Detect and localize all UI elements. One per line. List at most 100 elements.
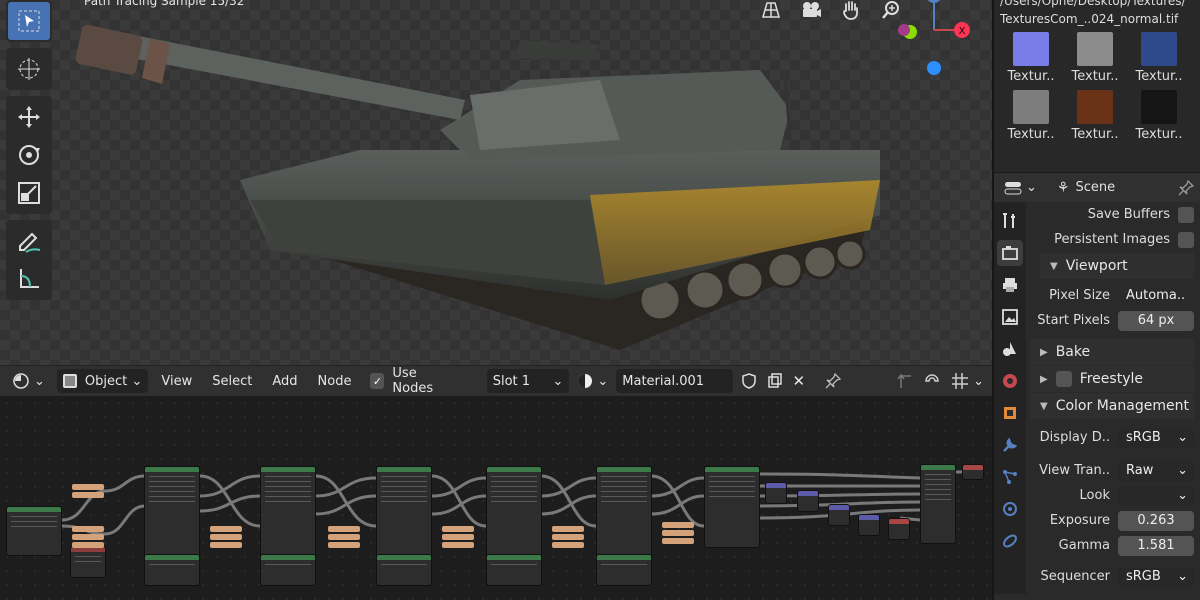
menu-select[interactable]: Select [205,369,259,393]
tab-world[interactable] [997,368,1023,394]
texture-item[interactable]: Textur.. [1000,90,1062,142]
freestyle-section-header[interactable]: ▶ Freestyle [1030,366,1194,392]
properties-editor-type-button[interactable]: ⌄ [1000,176,1041,200]
persistent-images-checkbox[interactable] [1178,231,1194,248]
start-pixels-field[interactable]: 64 px [1118,310,1194,331]
value-node[interactable] [442,542,474,548]
color-management-section-header[interactable]: ▼ Color Management [1030,393,1194,419]
editor-type-button[interactable]: ⌄ [6,369,51,393]
math-node-4[interactable] [858,514,880,536]
cursor-tool[interactable] [8,50,50,88]
tab-output[interactable] [997,272,1023,298]
tab-particles[interactable] [997,464,1023,490]
tab-render[interactable] [997,240,1023,266]
display-device-dropdown[interactable]: sRGB ⌄ [1118,427,1194,448]
value-node[interactable] [210,526,242,532]
texture-item[interactable]: Textur.. [1000,32,1062,84]
math-node-2[interactable] [797,490,819,512]
node-editor-canvas[interactable] [0,396,992,600]
value-node[interactable] [442,534,474,540]
value-node[interactable] [72,534,104,540]
exposure-field[interactable]: 0.263 [1118,510,1194,531]
value-node[interactable] [328,542,360,548]
tab-view-layer[interactable] [997,304,1023,330]
select-box-tool[interactable] [8,2,50,40]
gamma-field[interactable]: 1.581 [1118,535,1194,556]
use-nodes-toggle[interactable]: ✓ Use Nodes [364,366,458,396]
duplicate-material-button[interactable] [765,369,785,393]
texture-coordinate-node[interactable] [70,546,106,578]
sub-node-3[interactable] [376,554,432,586]
value-node[interactable] [72,526,104,532]
snap-element-dropdown[interactable]: ⌄ [949,369,986,393]
material-browse-button[interactable]: ⌄ [575,369,610,393]
scale-tool[interactable] [8,174,50,212]
math-node-1[interactable] [765,482,787,504]
sequencer-dropdown[interactable]: sRGB ⌄ [1118,566,1194,587]
tab-physics[interactable] [997,496,1023,522]
tab-modifiers[interactable] [997,432,1023,458]
math-node-5[interactable] [888,518,910,540]
material-name-field[interactable]: Material.001 [616,369,733,393]
texture-item[interactable]: Textur.. [1064,32,1126,84]
value-node[interactable] [210,542,242,548]
menu-view[interactable]: View [154,369,199,393]
pan-view-button[interactable] [836,0,866,24]
tab-object[interactable] [997,400,1023,426]
move-tool[interactable] [8,98,50,136]
value-node[interactable] [72,542,104,548]
value-node[interactable] [552,534,584,540]
principled-bsdf-node[interactable] [920,464,956,544]
bake-section-header[interactable]: ▶ Bake [1030,339,1194,365]
value-node[interactable] [328,534,360,540]
texture-item[interactable]: Textur.. [1128,32,1190,84]
camera-view-button[interactable] [796,0,826,24]
menu-add[interactable]: Add [265,369,304,393]
save-buffers-checkbox[interactable] [1178,206,1194,223]
value-node[interactable] [662,522,694,528]
sub-node-2[interactable] [260,554,316,586]
texture-item[interactable]: Textur.. [1064,90,1126,142]
snap-toggle[interactable] [921,369,943,393]
value-node[interactable] [662,530,694,536]
shader-mode-dropdown[interactable]: Object ⌄ [56,369,149,393]
navigation-gizmo[interactable]: Z X [890,0,980,90]
value-node[interactable] [552,542,584,548]
fake-user-button[interactable] [739,369,759,393]
viewport-section-header[interactable]: ▼ Viewport [1040,253,1194,279]
value-node[interactable] [552,526,584,532]
math-node-3[interactable] [828,504,850,526]
pixel-size-dropdown[interactable]: Automa.. [1118,286,1194,306]
shader-node-6[interactable] [704,466,760,548]
annotate-tool[interactable] [8,222,50,260]
pin-icon[interactable] [1178,179,1194,196]
value-node[interactable] [72,492,104,498]
value-node[interactable] [210,534,242,540]
freestyle-checkbox[interactable] [1055,371,1072,387]
unlink-material-button[interactable]: ✕ [791,369,808,393]
image-texture-node[interactable] [6,506,62,556]
parent-node-tree-button[interactable] [895,369,915,393]
sub-node-5[interactable] [596,554,652,586]
value-node[interactable] [72,484,104,490]
tab-scene[interactable] [997,336,1023,362]
sub-node-1[interactable] [144,554,200,586]
material-output-node[interactable] [962,464,984,480]
value-node[interactable] [328,526,360,532]
tab-constraints[interactable] [997,528,1023,554]
menu-node[interactable]: Node [311,369,359,393]
view-transform-dropdown[interactable]: Raw ⌄ [1118,460,1194,481]
3d-viewport[interactable]: Path Tracing Sample 15/32 X [0,0,992,365]
pin-button[interactable] [823,369,843,393]
value-node[interactable] [442,526,474,532]
texture-item[interactable]: Textur.. [1128,90,1190,142]
tab-tool[interactable] [997,208,1023,234]
measure-tool[interactable] [8,260,50,298]
sub-node-4[interactable] [486,554,542,586]
grid-view-button[interactable] [756,0,786,24]
slot-dropdown[interactable]: Slot 1 ⌄ [486,369,570,393]
look-dropdown[interactable]: ⌄ [1118,485,1194,506]
rotate-tool[interactable] [8,136,50,174]
value-node[interactable] [662,538,694,544]
texture-thumbnail [1077,32,1113,66]
